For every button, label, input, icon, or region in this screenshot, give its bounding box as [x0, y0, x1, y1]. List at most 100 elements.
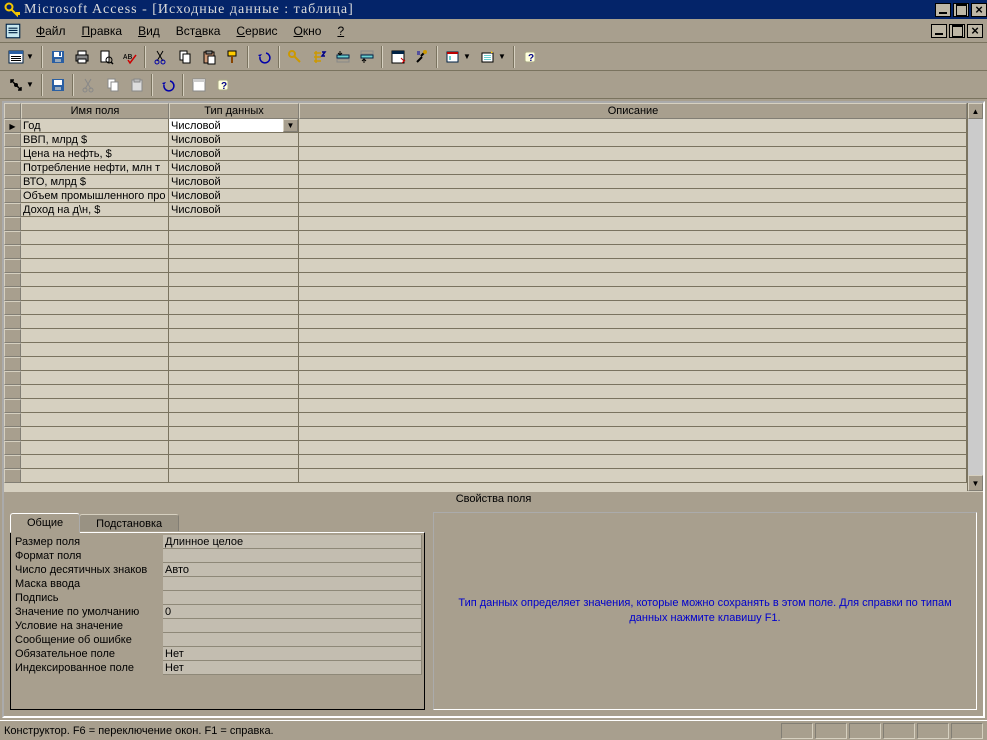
data-type-cell[interactable] [169, 273, 299, 287]
menu-tools[interactable]: Сервис [228, 22, 285, 40]
description-cell[interactable] [299, 371, 967, 385]
property-value[interactable] [163, 619, 422, 633]
document-icon[interactable] [4, 22, 22, 40]
row-selector[interactable] [4, 161, 21, 175]
table-row[interactable] [4, 315, 967, 329]
table-row[interactable]: ВВП, млрд $Числовой [4, 133, 967, 147]
tab-lookup[interactable]: Подстановка [79, 514, 179, 531]
mdi-close-button[interactable] [967, 24, 983, 38]
table-row[interactable]: ГодЧисловой▼ [4, 119, 967, 133]
data-type-cell[interactable] [169, 217, 299, 231]
row-selector[interactable] [4, 231, 21, 245]
table-row[interactable] [4, 259, 967, 273]
table-row[interactable] [4, 343, 967, 357]
field-name-cell[interactable] [21, 245, 169, 259]
format-painter-button[interactable] [221, 46, 244, 68]
field-name-cell[interactable]: ВТО, млрд $ [21, 175, 169, 189]
data-type-cell[interactable] [169, 245, 299, 259]
table-row[interactable] [4, 231, 967, 245]
row-selector[interactable] [4, 413, 21, 427]
data-type-cell[interactable]: Числовой [169, 203, 299, 217]
description-cell[interactable] [299, 455, 967, 469]
menu-edit[interactable]: Правка [74, 22, 131, 40]
table-row[interactable] [4, 385, 967, 399]
data-type-cell[interactable] [169, 427, 299, 441]
tool-cut-button[interactable] [77, 74, 100, 96]
data-type-cell[interactable]: Числовой [169, 189, 299, 203]
tool-datasheet-button[interactable]: ▼ [4, 74, 38, 96]
scroll-down-button[interactable]: ▼ [968, 475, 983, 491]
description-cell[interactable] [299, 259, 967, 273]
field-name-cell[interactable] [21, 385, 169, 399]
table-row[interactable]: Доход на д\н, $Числовой [4, 203, 967, 217]
property-value[interactable] [163, 549, 422, 563]
indexes-button[interactable] [307, 46, 330, 68]
row-selector[interactable] [4, 287, 21, 301]
properties-button[interactable] [386, 46, 409, 68]
field-name-cell[interactable] [21, 231, 169, 245]
field-name-cell[interactable] [21, 217, 169, 231]
table-row[interactable] [4, 217, 967, 231]
description-cell[interactable] [299, 175, 967, 189]
description-cell[interactable] [299, 203, 967, 217]
table-row[interactable] [4, 413, 967, 427]
menu-insert[interactable]: Вставка [168, 22, 229, 40]
table-row[interactable] [4, 287, 967, 301]
spelling-button[interactable]: ᴀʙ [118, 46, 141, 68]
field-name-cell[interactable] [21, 455, 169, 469]
header-data-type[interactable]: Тип данных [169, 103, 299, 119]
description-cell[interactable] [299, 469, 967, 483]
field-name-cell[interactable] [21, 441, 169, 455]
description-cell[interactable] [299, 399, 967, 413]
row-selector[interactable] [4, 175, 21, 189]
row-selector[interactable] [4, 133, 21, 147]
data-type-cell[interactable] [169, 315, 299, 329]
tool-help2-button[interactable]: ? [211, 74, 234, 96]
mdi-minimize-button[interactable] [931, 24, 947, 38]
table-row[interactable]: Цена на нефть, $Числовой [4, 147, 967, 161]
description-cell[interactable] [299, 441, 967, 455]
scroll-track[interactable] [968, 119, 983, 475]
database-window-button[interactable]: ▼ [441, 46, 475, 68]
maximize-button[interactable] [953, 3, 969, 17]
description-cell[interactable] [299, 217, 967, 231]
data-type-cell[interactable] [169, 287, 299, 301]
field-name-cell[interactable]: Объем промышленного про [21, 189, 169, 203]
table-row[interactable] [4, 371, 967, 385]
description-cell[interactable] [299, 161, 967, 175]
field-name-cell[interactable]: Потребление нефти, млн т [21, 161, 169, 175]
description-cell[interactable] [299, 315, 967, 329]
table-row[interactable] [4, 469, 967, 483]
row-selector[interactable] [4, 315, 21, 329]
table-row[interactable] [4, 399, 967, 413]
description-cell[interactable] [299, 189, 967, 203]
undo-button[interactable] [252, 46, 275, 68]
data-type-cell[interactable] [169, 385, 299, 399]
save-button[interactable] [46, 46, 69, 68]
table-row[interactable] [4, 245, 967, 259]
property-value[interactable]: Нет [163, 647, 422, 661]
field-name-cell[interactable] [21, 399, 169, 413]
field-name-cell[interactable] [21, 357, 169, 371]
field-name-cell[interactable] [21, 427, 169, 441]
field-name-cell[interactable] [21, 315, 169, 329]
vertical-scrollbar[interactable]: ▲ ▼ [967, 103, 983, 491]
property-value[interactable] [163, 633, 422, 647]
row-selector[interactable] [4, 147, 21, 161]
field-name-cell[interactable] [21, 413, 169, 427]
row-selector[interactable] [4, 203, 21, 217]
data-type-cell[interactable] [169, 371, 299, 385]
data-type-cell[interactable]: Числовой [169, 133, 299, 147]
data-type-cell[interactable] [169, 329, 299, 343]
description-cell[interactable] [299, 273, 967, 287]
menu-window[interactable]: Окно [286, 22, 330, 40]
table-row[interactable] [4, 455, 967, 469]
description-cell[interactable] [299, 357, 967, 371]
scroll-up-button[interactable]: ▲ [968, 103, 983, 119]
field-name-cell[interactable]: Доход на д\н, $ [21, 203, 169, 217]
data-type-cell[interactable]: Числовой [169, 147, 299, 161]
description-cell[interactable] [299, 147, 967, 161]
description-cell[interactable] [299, 231, 967, 245]
row-selector[interactable] [4, 273, 21, 287]
print-preview-button[interactable] [94, 46, 117, 68]
